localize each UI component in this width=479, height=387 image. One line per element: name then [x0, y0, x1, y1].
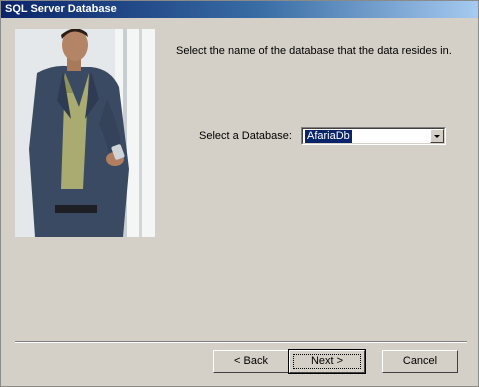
dropdown-arrow-icon[interactable]	[430, 129, 444, 143]
footer-separator	[15, 341, 467, 343]
window-title: SQL Server Database	[5, 3, 117, 15]
database-select-frame: AfariaDb	[302, 128, 445, 144]
next-button[interactable]: Next >	[288, 349, 366, 374]
cancel-button[interactable]: Cancel	[382, 350, 458, 373]
wizard-illustration	[15, 29, 155, 237]
database-label: Select a Database:	[199, 130, 292, 142]
back-button[interactable]: < Back	[213, 350, 289, 373]
wizard-window: SQL Server Database Select the name of t…	[0, 0, 479, 387]
database-select[interactable]: AfariaDb	[301, 127, 446, 145]
next-button-label: Next >	[310, 355, 344, 367]
title-bar[interactable]: SQL Server Database	[1, 1, 478, 18]
instruction-text: Select the name of the database that the…	[176, 45, 452, 57]
database-select-value: AfariaDb	[305, 130, 352, 143]
